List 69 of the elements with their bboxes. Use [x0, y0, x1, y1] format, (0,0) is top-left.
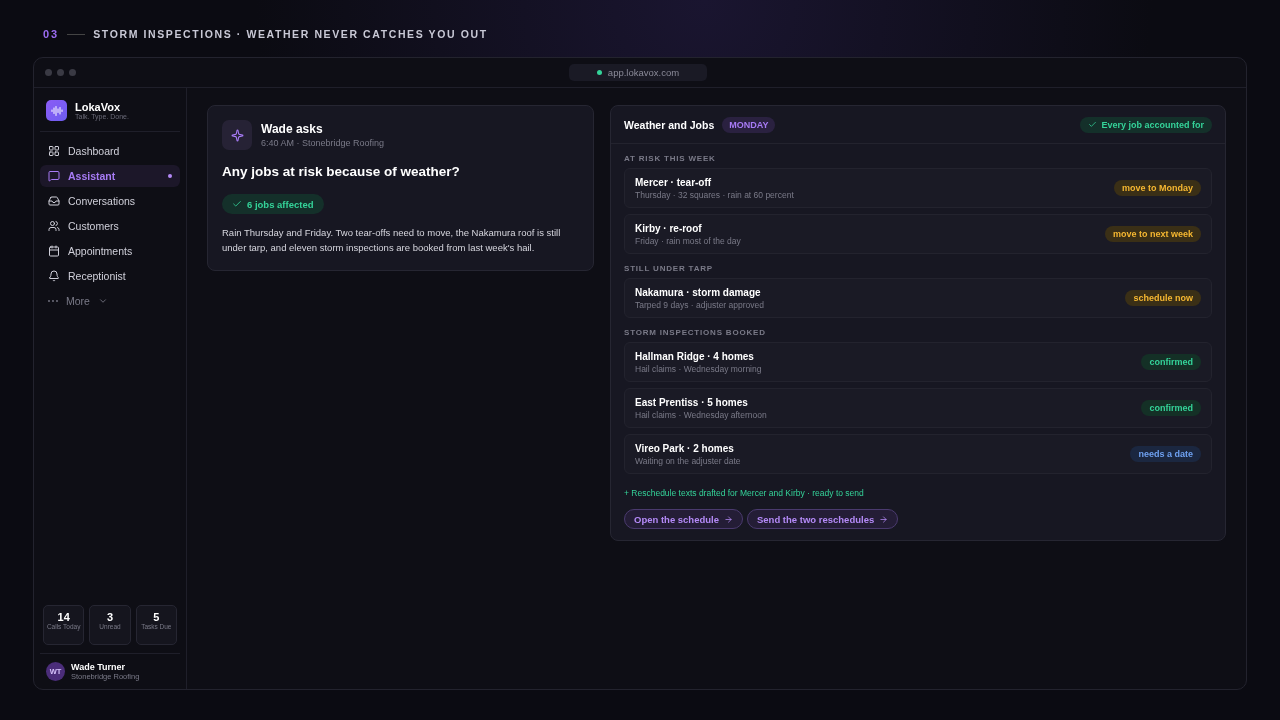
status-badge: Every job accounted for [1080, 116, 1212, 133]
stat-value: 5 [153, 611, 160, 623]
nav-icon [48, 170, 60, 182]
nav-icon [48, 145, 60, 157]
job-status-tag: confirmed [1141, 400, 1201, 416]
section-title: STORM INSPECTIONS · WEATHER NEVER CATCHES YOU OUT [93, 28, 488, 40]
nav-item[interactable]: Receptionist [40, 265, 180, 287]
arrow-icon [879, 514, 889, 524]
action-button[interactable]: Send the two reschedules [747, 509, 899, 529]
chevron-icon [97, 296, 108, 306]
panel-title: Weather and Jobs [624, 118, 715, 131]
sparkle-icon [222, 120, 252, 150]
draft-note: + Reschedule texts drafted for Mercer and Kirby · ready to send [624, 488, 865, 498]
stat-value: 3 [106, 611, 114, 623]
brand-name: LokaVox [75, 101, 122, 113]
question-meta: 6:40 AM · Stonebridge Roofing [261, 138, 385, 148]
logo-icon [46, 100, 67, 121]
nav-item[interactable]: Customers [40, 215, 180, 237]
nav-item[interactable]: Assistant [40, 165, 180, 187]
job-detail: Thursday · 32 squares · rain at 60 percent [635, 189, 794, 200]
user-name: Wade Turner [71, 662, 126, 672]
nav-item[interactable]: Dashboard [40, 140, 180, 162]
job-row[interactable]: Hallman Ridge · 4 homes Hail claims · Wednesday morning confirmed [624, 342, 1212, 382]
arrow-icon [724, 514, 733, 524]
job-row[interactable]: East Prentiss · 5 homes Hail claims · Wednesday afternoon confirmed [624, 388, 1212, 428]
section-heading: STILL UNDER TARP [624, 264, 714, 273]
action-button[interactable]: Open the schedule [624, 509, 743, 529]
job-title: Hallman Ridge · 4 homes [635, 350, 755, 362]
job-detail: Hail claims · Wednesday morning [635, 363, 762, 374]
address-bar[interactable]: app.lokavox.com [569, 64, 707, 81]
job-title: East Prentiss · 5 homes [635, 396, 749, 408]
nav-icon [48, 270, 60, 282]
section-heading: AT RISK THIS WEEK [624, 154, 717, 163]
job-title: Kirby · re-roof [635, 222, 703, 234]
job-status-tag: confirmed [1141, 354, 1201, 370]
secure-dot-icon [596, 70, 602, 75]
job-title: Nakamura · storm damage [635, 286, 762, 298]
answer-text: Rain Thursday and Friday. Two tear-offs need to move, the Nakamura roof is still under tarp, and eleven storm inspections are booked from last week's hail. [222, 226, 562, 255]
nav-icon [48, 245, 60, 257]
asker-name: Wade asks [261, 122, 324, 136]
job-row[interactable]: Vireo Park · 2 homes Waiting on the adjuster date needs a date [624, 434, 1212, 474]
nav-icon [48, 220, 60, 232]
nav-icon [48, 195, 60, 207]
job-detail: Tarped 9 days · adjuster approved [635, 299, 764, 310]
job-status-tag: move to Monday [1114, 180, 1201, 196]
nav-item[interactable]: Appointments [40, 240, 180, 262]
job-detail: Waiting on the adjuster date [635, 455, 741, 466]
job-status-tag: needs a date [1130, 446, 1201, 462]
job-row[interactable]: Nakamura · storm damage Tarped 9 days · adjuster approved schedule now [624, 278, 1212, 318]
job-row[interactable]: Mercer · tear-off Thursday · 32 squares · rain at 60 percent move to Monday [624, 168, 1212, 208]
job-detail: Friday · rain most of the day [635, 235, 741, 246]
active-dot-icon [168, 174, 172, 178]
section-number: 03 [43, 28, 60, 40]
affected-badge: 6 jobs affected [222, 194, 324, 214]
day-badge: MONDAY [722, 116, 776, 133]
job-detail: Hail claims · Wednesday afternoon [635, 409, 767, 420]
window-dot[interactable] [45, 69, 52, 76]
job-title: Mercer · tear-off [635, 176, 713, 188]
nav-item[interactable]: Conversations [40, 190, 180, 212]
window-dot[interactable] [69, 69, 76, 76]
job-title: Vireo Park · 2 homes [635, 442, 735, 454]
section-heading: STORM INSPECTIONS BOOKED [624, 328, 767, 337]
job-status-tag: schedule now [1125, 290, 1201, 306]
job-row[interactable]: Kirby · re-roof Friday · rain most of the day move to next week [624, 214, 1212, 254]
stat-value: 14 [57, 611, 70, 623]
question-title: Any jobs at risk because of weather? [222, 164, 461, 179]
window-dot[interactable] [57, 69, 64, 76]
job-status-tag: move to next week [1104, 226, 1201, 242]
nav-item[interactable]: More [40, 290, 180, 312]
